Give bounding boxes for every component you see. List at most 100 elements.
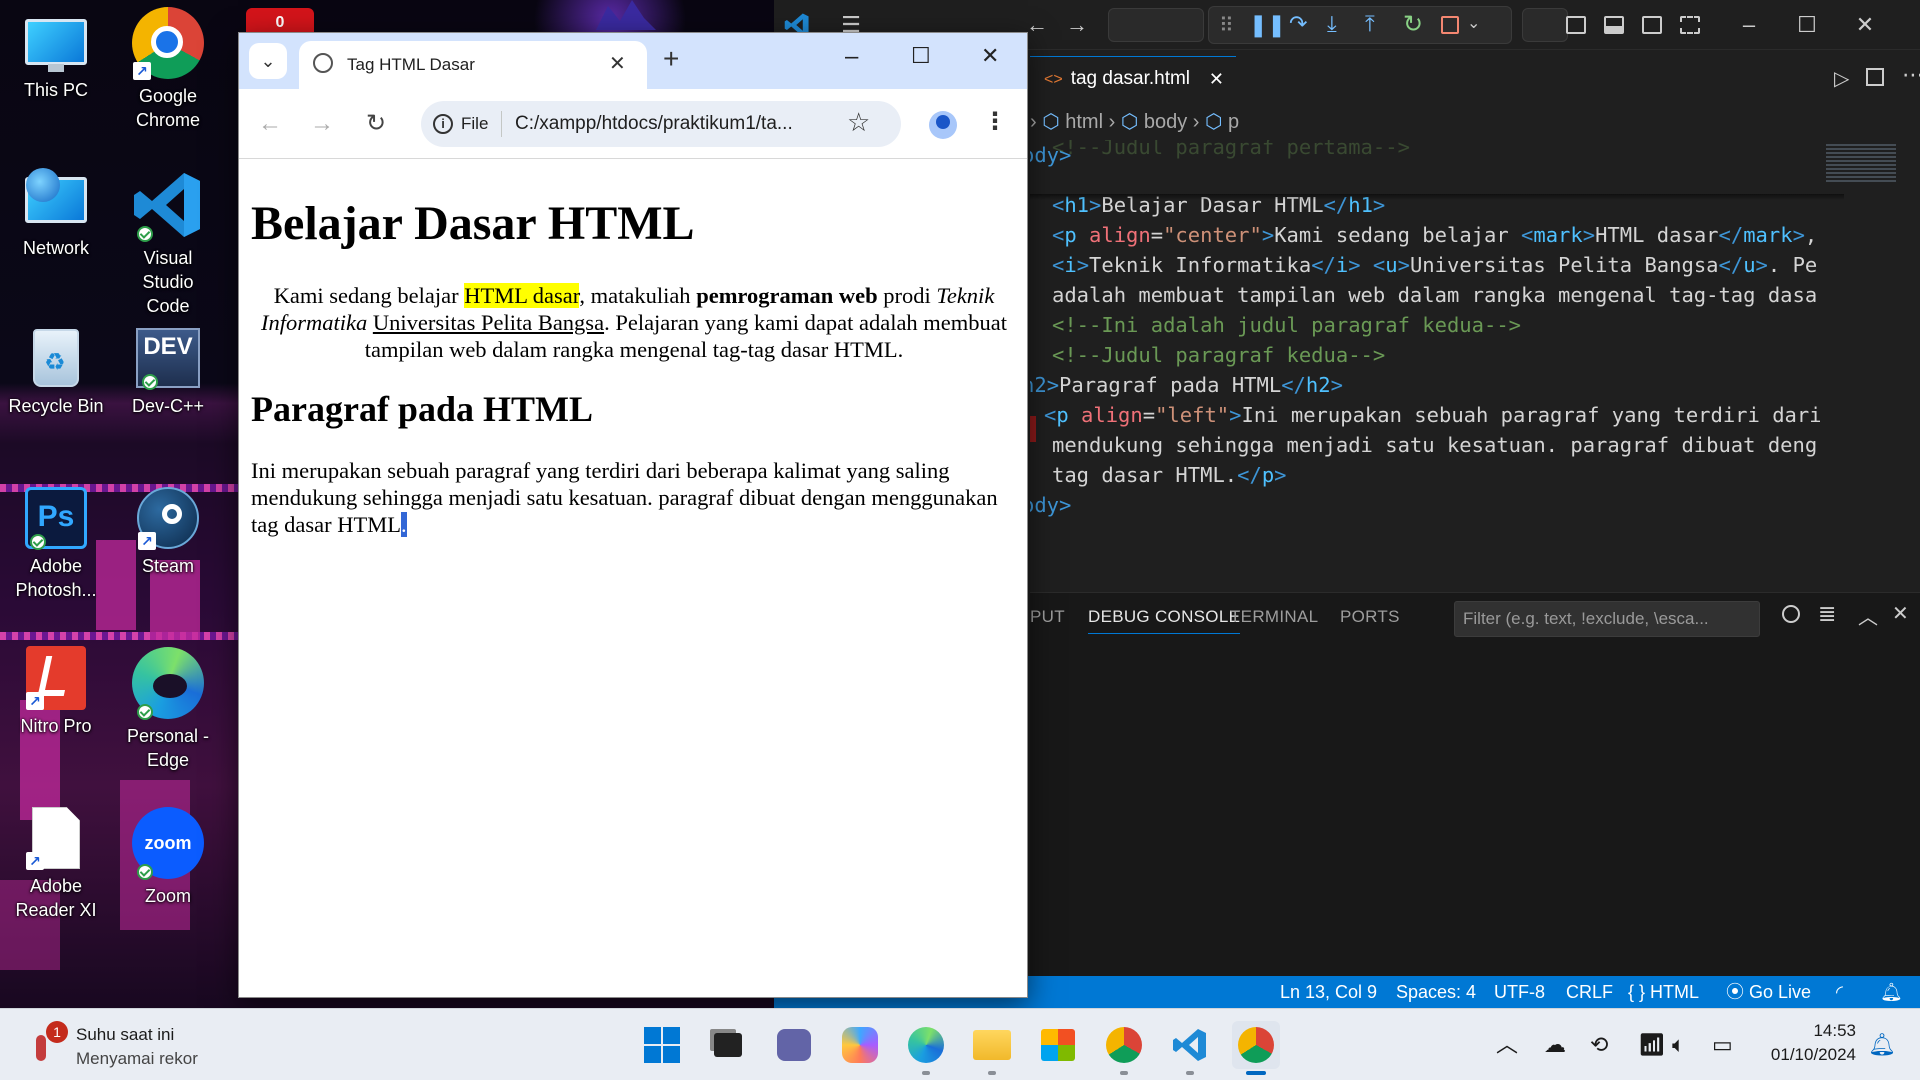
desktop-icon-label: Steam [141, 556, 195, 576]
minimize-icon[interactable]: – [845, 43, 858, 71]
clear-console-icon[interactable]: ≣ [1818, 601, 1836, 627]
toggle-panel-icon[interactable] [1604, 16, 1624, 34]
broadcast-icon: ⦿ [1726, 982, 1744, 1002]
close-tab-icon[interactable]: ✕ [1209, 57, 1224, 101]
step-into-icon[interactable]: ⤓ [1327, 11, 1337, 37]
minimap[interactable] [1820, 140, 1920, 592]
maximize-icon[interactable]: ☐ [911, 43, 931, 69]
more-options-icon[interactable]: ⋮ [983, 107, 1007, 136]
taskbar-edge[interactable] [902, 1021, 950, 1075]
stop-icon[interactable] [1441, 16, 1459, 34]
clock[interactable]: 14:53 01/10/2024 [1750, 1019, 1856, 1067]
close-window-icon[interactable]: ✕ [981, 43, 999, 69]
status-language[interactable]: { } HTML [1628, 976, 1699, 1008]
command-center[interactable] [1108, 8, 1204, 42]
address-bar[interactable]: i File C:/xampp/htdocs/praktikum1/ta... … [421, 101, 901, 147]
forward-arrow-icon[interactable]: → [1062, 12, 1092, 38]
taskbar-teams[interactable] [770, 1021, 818, 1069]
wifi-icon[interactable]: 📶︎ [1638, 1033, 1666, 1057]
tab-search-button[interactable]: ⌄ [249, 43, 287, 79]
close-icon[interactable]: ✕ [1850, 12, 1880, 38]
code-line: ody> [1030, 490, 1071, 520]
start-button[interactable] [638, 1021, 686, 1069]
status-go-live[interactable]: ⦿ Go Live [1726, 976, 1811, 1008]
desktop-icon-zoom[interactable]: zoom Zoom [116, 806, 220, 908]
toggle-sidebar-icon[interactable] [1566, 16, 1586, 34]
notifications-bell-icon[interactable]: 🔔︎ [1880, 976, 1903, 1008]
maximize-icon[interactable]: ☐ [1792, 12, 1822, 38]
weather-widget[interactable]: 1 Suhu saat ini Menyamai rekor [28, 1019, 248, 1071]
debug-filter-input[interactable]: Filter (e.g. text, !exclude, \esca... [1454, 601, 1760, 637]
status-eol[interactable]: CRLF [1566, 976, 1613, 1008]
drag-handle-icon[interactable]: ⠿ [1219, 13, 1234, 38]
more-actions-icon[interactable]: ⋯ [1902, 62, 1920, 88]
code-line: adalah membuat tampilan web dalam rangka… [1052, 280, 1817, 310]
maximize-panel-icon[interactable]: ︿ [1858, 601, 1878, 630]
breadcrumb-item-html[interactable]: html [1065, 111, 1103, 133]
status-indentation[interactable]: Spaces: 4 [1396, 976, 1476, 1008]
panel-tab-ports[interactable]: PORTS [1340, 607, 1400, 627]
step-over-icon[interactable]: ↷ [1289, 11, 1307, 37]
taskbar-chrome-profile[interactable] [1100, 1021, 1148, 1075]
panel-tab-terminal[interactable]: TERMINAL [1230, 607, 1318, 627]
address-separator [501, 111, 502, 137]
taskbar-store[interactable] [1034, 1021, 1082, 1069]
desktop-icon-recycle-bin[interactable]: ♻ Recycle Bin [4, 326, 108, 418]
panel-tab-debug-console[interactable]: DEBUG CONSOLE [1088, 607, 1241, 634]
forward-arrow-icon[interactable]: → [305, 109, 339, 139]
chevron-up-icon[interactable]: ︿ [1496, 1033, 1518, 1057]
close-tab-icon[interactable]: ✕ [609, 51, 626, 76]
reload-icon[interactable]: ↻ [359, 109, 393, 139]
search-icon[interactable] [1782, 605, 1800, 623]
desktop-icon-nitro-pro[interactable]: ↗ Nitro Pro [4, 646, 108, 738]
step-out-icon[interactable]: ⤒ [1365, 11, 1375, 37]
desktop-icon-this-pc[interactable]: This PC [4, 10, 108, 102]
taskbar-file-explorer[interactable] [968, 1021, 1016, 1075]
desktop-icon-network[interactable]: Network [4, 168, 108, 260]
desktop-icon-steam[interactable]: ↗ Steam [116, 486, 220, 578]
pause-icon[interactable]: ❚❚ [1249, 12, 1286, 38]
toggle-secondary-sidebar-icon[interactable] [1642, 16, 1662, 34]
status-cursor-position[interactable]: Ln 13, Col 9 [1280, 976, 1377, 1008]
taskbar-copilot[interactable] [836, 1021, 884, 1069]
taskbar-vscode[interactable] [1166, 1021, 1214, 1075]
minimize-icon[interactable]: – [1734, 12, 1764, 38]
notification-bell-icon[interactable]: 🔔︎ [1868, 1033, 1896, 1057]
code-token: = [1150, 223, 1164, 247]
braces-icon: { } [1628, 982, 1646, 1002]
desktop-icon-adobe-reader[interactable]: ↗ Adobe Reader XI [4, 806, 108, 922]
taskbar-chrome[interactable] [1232, 1021, 1280, 1075]
battery-icon[interactable]: ▭ [1712, 1033, 1733, 1057]
browser-tab[interactable]: Tag HTML Dasar ✕ [299, 41, 647, 89]
back-arrow-icon[interactable]: ← [253, 109, 287, 139]
recycle-bin-icon: ♻ [24, 326, 88, 390]
split-editor-icon[interactable] [1866, 68, 1884, 86]
breadcrumb-item-body[interactable]: body [1144, 111, 1187, 133]
breadcrumb-item-p[interactable]: p [1228, 111, 1239, 133]
new-tab-icon[interactable]: + [663, 43, 679, 75]
status-encoding[interactable]: UTF-8 [1494, 976, 1545, 1008]
desktop-icon-label: Recycle Bin [8, 396, 104, 416]
code-editor[interactable]: ody><!--Judul paragraf pertama--><h1>Bel… [1030, 140, 1844, 592]
desktop-icon-edge[interactable]: Personal - Edge [116, 646, 220, 772]
desktop-icon-photoshop[interactable]: Ps Adobe Photosh... [4, 486, 108, 602]
run-icon[interactable]: ▷ [1834, 66, 1849, 91]
panel-tab-output[interactable]: PUT [1030, 607, 1065, 627]
close-panel-icon[interactable]: ✕ [1892, 601, 1909, 626]
desktop-icon-chrome[interactable]: ↗ Google Chrome [116, 6, 220, 132]
running-indicator [1120, 1071, 1128, 1075]
chevron-down-icon[interactable]: ⌄ [1467, 13, 1480, 33]
desktop-icon-vscode[interactable]: Visual Studio Code [116, 168, 220, 318]
bookmark-star-icon[interactable]: ☆ [847, 107, 870, 138]
customize-layout-icon[interactable] [1680, 16, 1700, 34]
sync-icon[interactable]: ⟲ [1590, 1033, 1608, 1057]
volume-icon[interactable]: 🔈︎ [1672, 1033, 1685, 1057]
search-box[interactable] [1522, 8, 1568, 42]
task-view-button[interactable] [704, 1021, 752, 1069]
desktop-icon-devcpp[interactable]: DEV Dev-C++ [116, 326, 220, 418]
restart-icon[interactable]: ↻ [1403, 10, 1423, 39]
profile-avatar[interactable] [929, 111, 957, 139]
onedrive-error-icon[interactable]: ☁ [1544, 1033, 1566, 1057]
tab-tag-dasar-html[interactable]: <> tag dasar.html ✕ [1030, 56, 1236, 100]
